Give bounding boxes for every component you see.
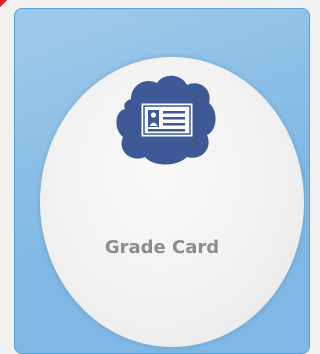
id-card-cloud-icon [116,75,216,165]
tile-label: Grade Card [104,237,220,258]
grade-card-tile[interactable]: Grade Card [14,8,310,354]
